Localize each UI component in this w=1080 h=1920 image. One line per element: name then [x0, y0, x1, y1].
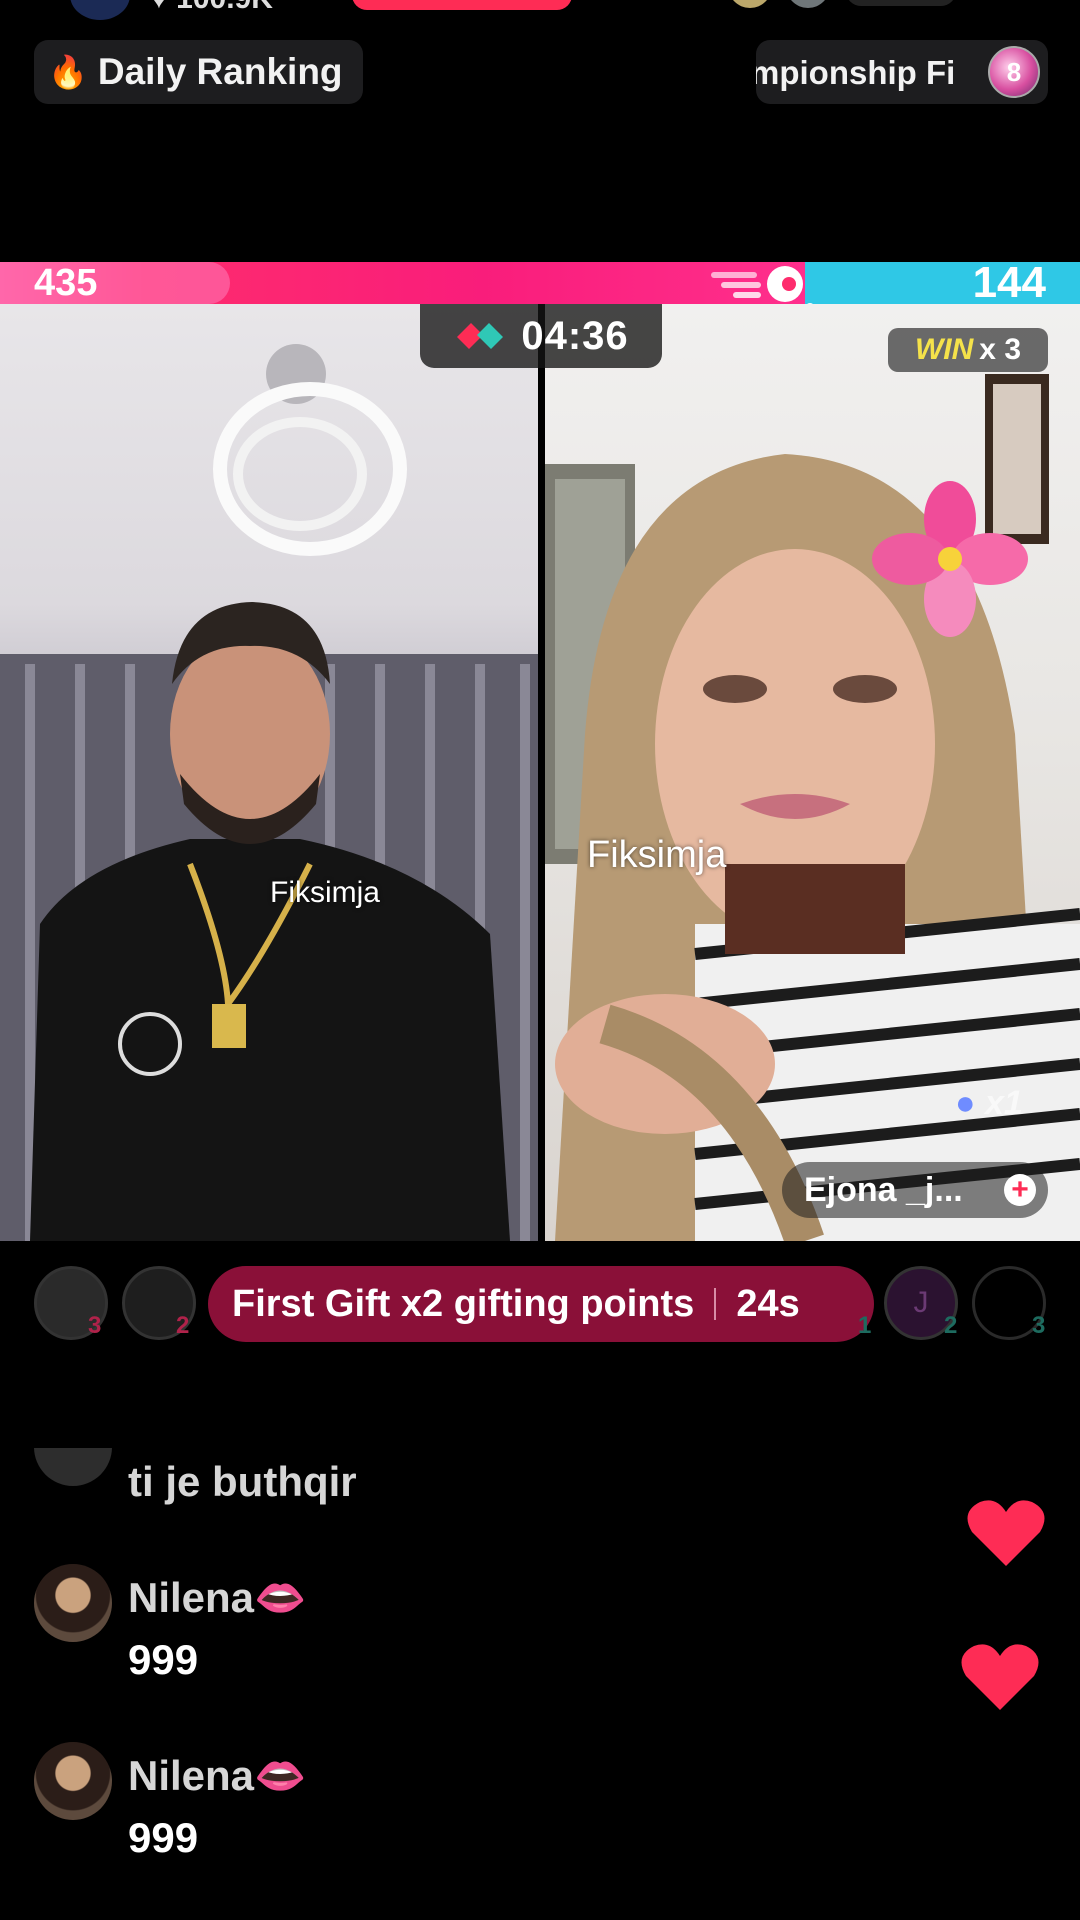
gift-icon: ●: [955, 1084, 976, 1122]
timer-value: 04:36: [521, 313, 629, 358]
left-score: 435: [34, 262, 98, 304]
likes-value: 100.9K: [176, 0, 273, 15]
right-host-video[interactable]: Fiksimja ● x1: [545, 304, 1080, 1241]
chat-username: Nilena👄: [128, 1752, 306, 1801]
gift-combo-count: x1: [985, 1084, 1023, 1122]
viewer-avatar[interactable]: [728, 0, 772, 8]
championship-button[interactable]: mpionship Fi 8: [756, 40, 1048, 104]
chat-avatar[interactable]: [34, 1742, 112, 1820]
left-gifter-rank: 3: [88, 1312, 102, 1339]
viewer-count-pill[interactable]: [846, 0, 956, 6]
win-streak-badge: WIN x 3: [888, 328, 1048, 372]
follow-button[interactable]: [352, 0, 572, 10]
first-gift-countdown: 24s: [736, 1282, 800, 1325]
left-host-video[interactable]: Fiksimja: [0, 304, 538, 1241]
banner-separator: [714, 1288, 717, 1320]
daily-ranking-button[interactable]: 🔥 Daily Ranking: [34, 40, 363, 104]
chat-username-text: Nilena: [128, 1574, 255, 1621]
right-gifter-rank: 1: [858, 1312, 872, 1339]
video-divider: [538, 304, 545, 1241]
lips-icon: 👄: [254, 1574, 307, 1621]
opponent-host-name: Ejona _j...: [804, 1170, 963, 1209]
win-label: WIN: [914, 333, 974, 366]
win-multiplier: x 3: [979, 333, 1022, 366]
chat-message: ti je buthqir: [128, 1458, 357, 1505]
right-overlay-name: Fiksimja: [587, 834, 727, 876]
championship-badge-icon: 8: [988, 46, 1040, 98]
chat-avatar[interactable]: [34, 1564, 112, 1642]
opponent-host-pill[interactable]: Ejona _j... +: [782, 1162, 1048, 1218]
first-gift-banner[interactable]: First Gift x2 gifting points 24s: [208, 1266, 874, 1342]
championship-label: mpionship Fi: [756, 54, 956, 91]
daily-ranking-label: Daily Ranking: [97, 51, 343, 92]
battle-timer: 04:36: [420, 304, 662, 368]
gift-combo: ● x1: [955, 1084, 1023, 1123]
chat-avatar[interactable]: [34, 1448, 112, 1486]
likes-count: ♥ 100.9K: [150, 0, 273, 16]
lips-icon: 👄: [254, 1752, 307, 1799]
right-gifter-rank: 3: [1032, 1312, 1046, 1339]
chat-message: 999: [128, 1636, 199, 1683]
right-score: 144: [972, 258, 1046, 307]
right-gifter-rank: 2: [944, 1312, 958, 1339]
left-overlay-name: Fiksimja: [270, 876, 380, 909]
chat-username-text: Nilena: [128, 1752, 255, 1799]
heart-icon: [967, 1500, 1045, 1566]
heart-icon: ♥: [150, 0, 168, 15]
host-avatar[interactable]: [70, 0, 130, 20]
chat-message: 999: [128, 1814, 199, 1861]
heart-icon: [961, 1644, 1039, 1710]
viewer-avatar[interactable]: [786, 0, 830, 8]
follow-plus-icon[interactable]: +: [1004, 1174, 1036, 1206]
chat-username: Nilena👄: [128, 1574, 306, 1623]
flame-icon: 🔥: [48, 54, 88, 90]
boxing-gloves-icon: [457, 323, 504, 349]
left-gifter-rank: 2: [176, 1312, 190, 1339]
first-gift-text: First Gift x2 gifting points: [232, 1282, 695, 1325]
left-video-scene: [0, 344, 538, 1241]
